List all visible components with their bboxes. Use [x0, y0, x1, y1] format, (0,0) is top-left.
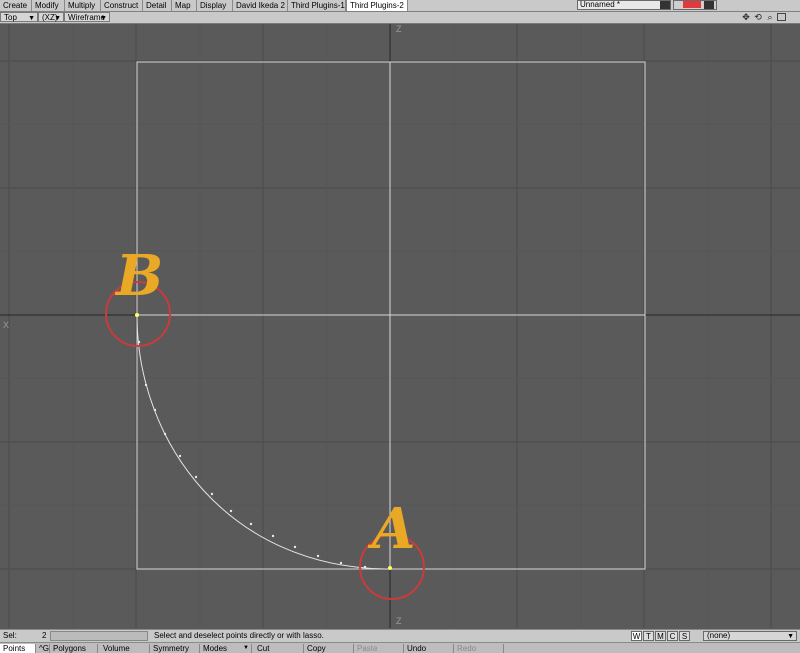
color-swatch-icon[interactable]	[683, 1, 701, 8]
status-bar: Sel: 2 Select and deselect points direct…	[0, 629, 800, 642]
surface-select[interactable]: (none) ▼	[703, 631, 797, 641]
maximize-icon[interactable]	[777, 13, 786, 21]
tab-david-ikeda-2[interactable]: David Ikeda 2	[233, 0, 288, 11]
axis-z-top-label: Z	[396, 24, 402, 34]
move-icon[interactable]: ✥	[741, 13, 751, 22]
tab-multiply[interactable]: Multiply	[65, 0, 101, 11]
scene-select[interactable]: Unnamed *	[577, 0, 671, 10]
view-type-select[interactable]: Top ▼	[0, 12, 38, 22]
view-button-m[interactable]: M	[655, 631, 666, 641]
scene-dropdown-icon[interactable]	[660, 1, 670, 9]
view-button-s[interactable]: S	[679, 631, 690, 641]
tab-detail[interactable]: Detail	[143, 0, 172, 11]
selected-point-b[interactable]	[135, 313, 139, 317]
view-button-c[interactable]: C	[667, 631, 678, 641]
selection-info-field	[50, 631, 148, 641]
viewport-canvas[interactable]: Z X Z B A	[0, 24, 800, 628]
chevron-down-icon: ▼	[54, 15, 61, 22]
tab-map[interactable]: Map	[172, 0, 197, 11]
tab-construct[interactable]: Construct	[101, 0, 143, 11]
chevron-down-icon: ▼	[28, 15, 35, 22]
axis-x-label: X	[3, 320, 9, 330]
surface-label: (none)	[707, 631, 731, 640]
selection-count: 2	[42, 631, 47, 640]
chevron-down-icon: ▼	[787, 633, 794, 640]
render-mode-select[interactable]: Wireframe ▼	[64, 12, 110, 22]
menu-tab-bar: Create Modify Multiply Construct Detail …	[0, 0, 800, 12]
rotate-icon[interactable]: ⟲	[753, 13, 763, 22]
zoom-icon[interactable]: ⌕	[765, 13, 775, 22]
view-type-label: Top	[4, 13, 17, 22]
axis-z-bottom-label: Z	[396, 616, 402, 626]
selection-label: Sel:	[3, 631, 17, 640]
scene-name: Unnamed *	[580, 0, 621, 9]
view-button-t[interactable]: T	[643, 631, 654, 641]
background-dropdown-icon[interactable]	[704, 1, 714, 9]
chevron-down-icon: ▼	[100, 15, 107, 22]
annotation-b: B	[114, 243, 163, 309]
tab-third-plugins-2[interactable]: Third Plugins-2	[346, 0, 408, 11]
tab-display[interactable]: Display	[197, 0, 233, 11]
status-message: Select and deselect points directly or w…	[154, 631, 324, 640]
selected-point-a[interactable]	[388, 566, 392, 570]
tab-create[interactable]: Create	[0, 0, 32, 11]
viewport-header: Top ▼ (XZ) ▼ Wireframe ▼ ✥ ⟲ ⌕	[0, 12, 800, 24]
annotation-a: A	[367, 496, 415, 562]
axis-select[interactable]: (XZ) ▼	[38, 12, 64, 22]
tab-modify[interactable]: Modify	[32, 0, 65, 11]
bottom-toolbar: Points ^G Polygons Volume Symmetry Modes…	[0, 642, 800, 653]
tab-third-plugins-1[interactable]: Third Plugins-1	[288, 0, 346, 11]
view-button-w[interactable]: W	[631, 631, 642, 641]
